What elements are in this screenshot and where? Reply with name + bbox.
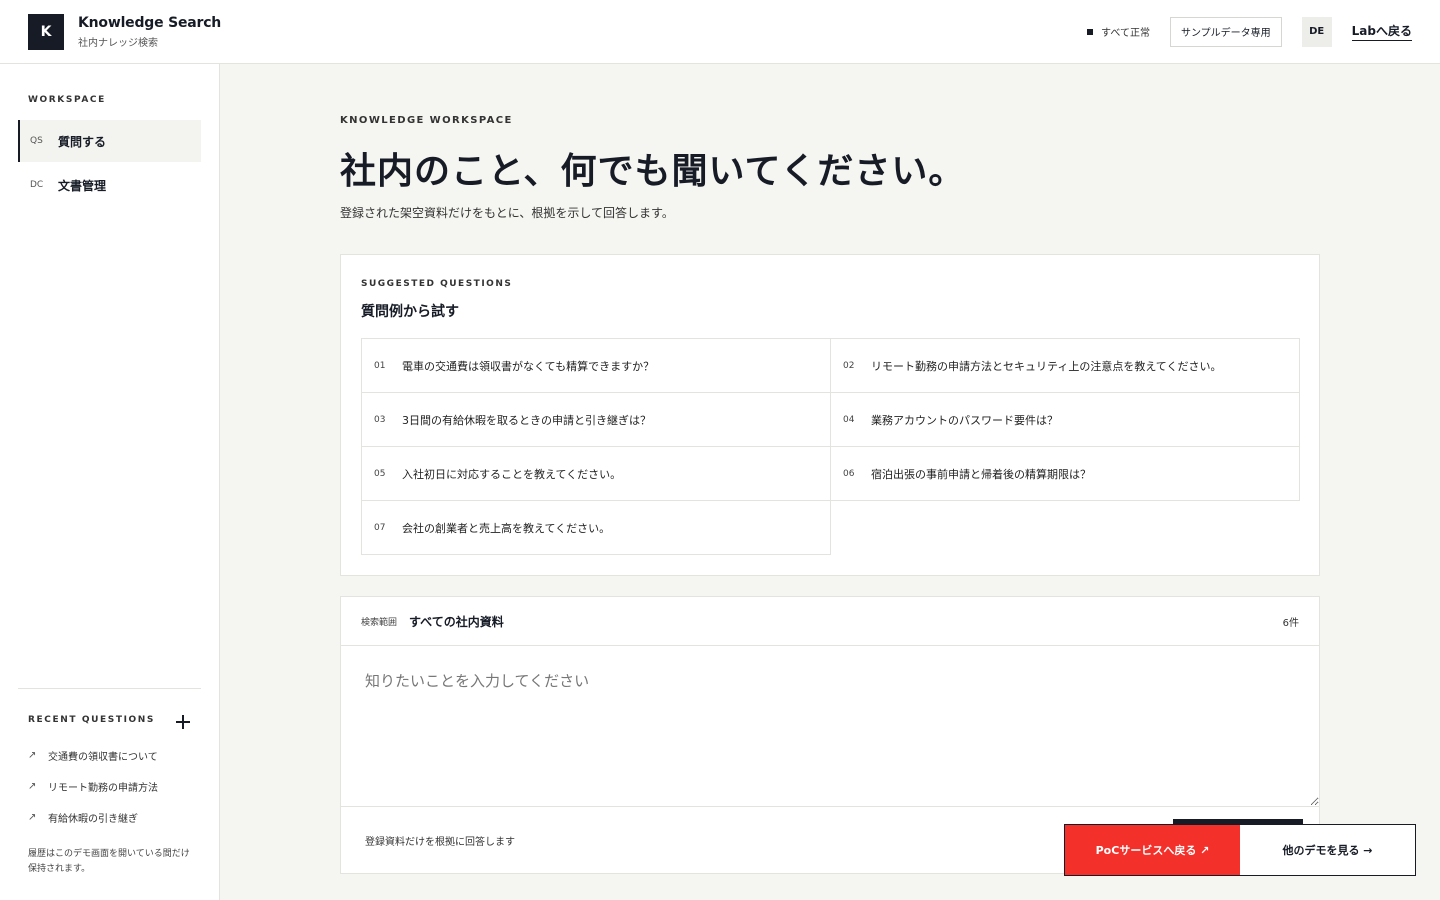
suggested-questions-card: SUGGESTED QUESTIONS 質問例から試す 01 電車の交通費は領収… xyxy=(340,254,1320,576)
nav-code: DC xyxy=(30,180,44,190)
question-text: 入社初日に対応することを教えてください。 xyxy=(402,467,622,481)
new-question-plus-icon[interactable] xyxy=(176,715,190,729)
sidebar-item-ask[interactable]: QS 質問する xyxy=(18,120,201,162)
recent-question-label: 交通費の領収書について xyxy=(48,752,158,763)
app-logo-icon[interactable]: K xyxy=(28,13,64,50)
suggested-question-button[interactable]: 07 会社の創業者と売上高を教えてください。 xyxy=(361,500,831,555)
page-subtitle: 登録された架空資料だけをもとに、根拠を示して回答します。 xyxy=(340,206,674,220)
nav-code: QS xyxy=(30,136,43,146)
question-text: 会社の創業者と売上高を教えてください。 xyxy=(402,521,611,535)
question-number: 03 xyxy=(374,414,386,425)
header-actions: すべて正常 サンプルデータ専用 DE Labへ戻る xyxy=(1087,16,1412,47)
recent-question-item[interactable]: ↗ 交通費の領収書について xyxy=(28,748,158,763)
recent-questions-label: RECENT QUESTIONS xyxy=(28,715,155,725)
question-number: 01 xyxy=(374,360,386,371)
app-title: Knowledge Search xyxy=(78,14,222,31)
search-scope-row[interactable]: 検索範囲 すべての社内資料 6件 xyxy=(341,597,1319,646)
arrow-up-right-icon: ↗ xyxy=(28,750,37,761)
app-header: K Knowledge Search 社内ナレッジ検索 すべて正常 サンプルデー… xyxy=(0,0,1440,64)
suggested-question-button[interactable]: 04 業務アカウントのパスワード要件は？ xyxy=(830,392,1300,447)
system-status: すべて正常 xyxy=(1087,24,1150,39)
question-text: 宿泊出張の事前申請と帰着後の精算期限は？ xyxy=(871,467,1091,481)
sidebar-divider xyxy=(18,688,201,689)
arrow-up-right-icon: ↗ xyxy=(28,812,37,823)
document-count: 6件 xyxy=(1282,617,1299,629)
search-scope-value[interactable]: すべての社内資料 xyxy=(409,613,504,630)
suggested-question-button[interactable]: 06 宿泊出張の事前申請と帰着後の精算期限は？ xyxy=(830,446,1300,501)
sidebar: WORKSPACE QS 質問する DC 文書管理 RECENT QUESTIO… xyxy=(0,64,220,900)
floating-cta-bar: PoCサービスへ戻る ↗ 他のデモを見る → xyxy=(1064,824,1416,876)
back-to-poc-button[interactable]: PoCサービスへ戻る ↗ xyxy=(1065,825,1240,875)
recent-question-item[interactable]: ↗ リモート勤務の申請方法 xyxy=(28,779,158,794)
suggested-question-button[interactable]: 03 3日間の有給休暇を取るときの申請と引き継ぎは？ xyxy=(361,392,831,447)
question-number: 05 xyxy=(374,468,386,479)
page-title: 社内のこと、何でも聞いてください。 xyxy=(340,151,966,192)
question-text: リモート勤務の申請方法とセキュリティ上の注意点を教えてください。 xyxy=(871,359,1222,373)
app-subtitle: 社内ナレッジ検索 xyxy=(78,37,158,49)
brand: Knowledge Search 社内ナレッジ検索 xyxy=(78,15,221,49)
suggested-question-button[interactable]: 01 電車の交通費は領収書がなくても精算できますか？ xyxy=(361,338,831,393)
question-number: 07 xyxy=(374,522,386,533)
suggested-title: 質問例から試す xyxy=(361,304,459,320)
language-switch-button[interactable]: DE xyxy=(1301,16,1332,47)
other-demos-button[interactable]: 他のデモを見る → xyxy=(1240,825,1415,875)
question-text: 電車の交通費は領収書がなくても精算できますか？ xyxy=(402,359,655,373)
suggested-questions-grid: 01 電車の交通費は領収書がなくても精算できますか？ 02 リモート勤務の申請方… xyxy=(361,338,1300,556)
question-text: 3日間の有給休暇を取るときの申請と引き継ぎは？ xyxy=(402,413,651,427)
status-text: すべて正常 xyxy=(1101,28,1150,39)
sidebar-item-documents[interactable]: DC 文書管理 xyxy=(18,164,201,206)
recent-question-item[interactable]: ↗ 有給休暇の引き継ぎ xyxy=(28,810,138,825)
suggested-question-button[interactable]: 02 リモート勤務の申請方法とセキュリティ上の注意点を教えてください。 xyxy=(830,338,1300,393)
workspace-section-label: WORKSPACE xyxy=(28,95,106,105)
question-number: 06 xyxy=(843,468,855,479)
back-to-lab-link[interactable]: Labへ戻る xyxy=(1351,22,1412,41)
question-number: 04 xyxy=(843,414,855,425)
status-square-icon xyxy=(1087,28,1094,35)
recent-question-label: 有給休暇の引き継ぎ xyxy=(48,814,138,825)
history-note: 履歴はこのデモ画面を開いている間だけ保持されます。 xyxy=(28,849,190,874)
question-number: 02 xyxy=(843,360,855,371)
page-eyebrow: KNOWLEDGE WORKSPACE xyxy=(340,115,513,126)
arrow-up-right-icon: ↗ xyxy=(28,781,37,792)
sample-data-badge: サンプルデータ専用 xyxy=(1169,16,1282,47)
nav-label: 文書管理 xyxy=(58,178,107,193)
answer-source-note: 登録資料だけを根拠に回答します xyxy=(365,837,515,848)
suggested-eyebrow: SUGGESTED QUESTIONS xyxy=(361,279,513,289)
question-text: 業務アカウントのパスワード要件は？ xyxy=(871,413,1058,427)
search-scope-label: 検索範囲 xyxy=(361,617,398,628)
nav-label: 質問する xyxy=(58,134,107,149)
recent-question-label: リモート勤務の申請方法 xyxy=(48,783,158,794)
suggested-question-button[interactable]: 05 入社初日に対応することを教えてください。 xyxy=(361,446,831,501)
question-input[interactable] xyxy=(341,646,1319,806)
